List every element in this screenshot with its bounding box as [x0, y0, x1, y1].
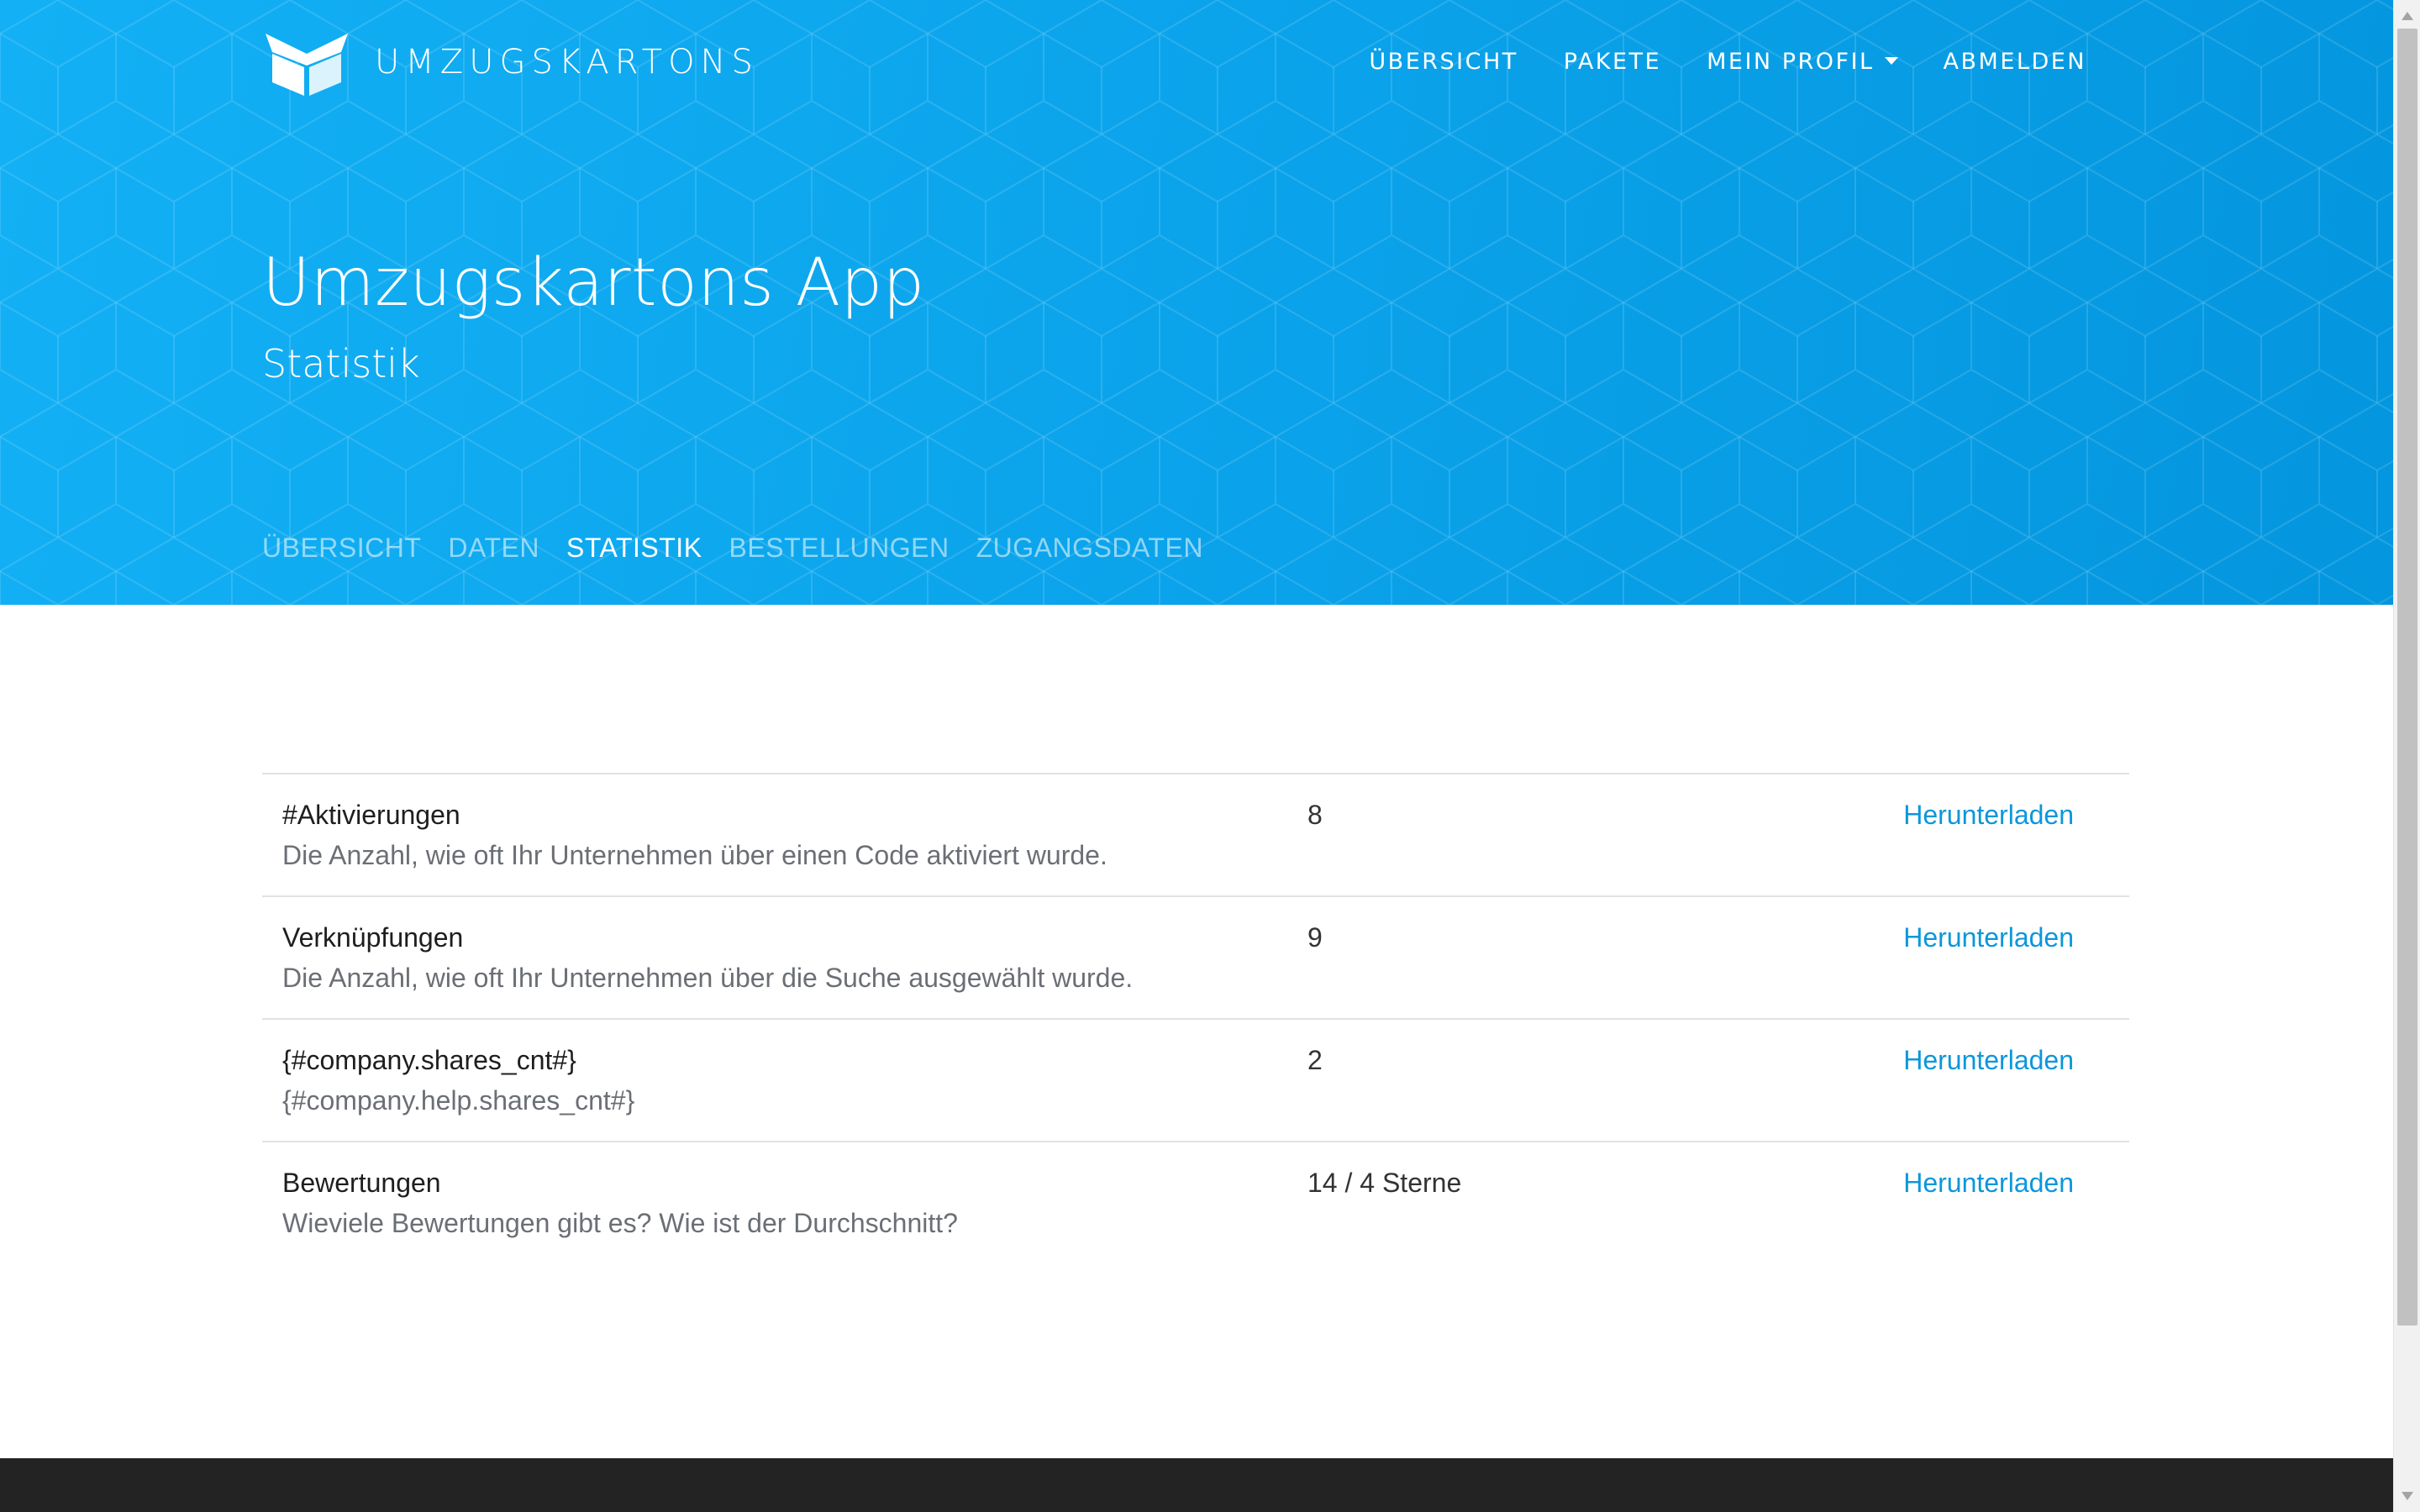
topnav-uebersicht[interactable]: ÜBERSICHT	[1369, 49, 1518, 75]
stat-label: #Aktivierungen	[282, 800, 460, 830]
stat-description: Die Anzahl, wie oft Ihr Unternehmen über…	[282, 963, 1134, 993]
tab-uebersicht[interactable]: ÜBERSICHT	[262, 533, 421, 564]
topnav-abmelden[interactable]: ABMELDEN	[1944, 49, 2086, 75]
stat-label: Verknüpfungen	[282, 922, 464, 953]
scrollbar-thumb[interactable]	[2397, 29, 2417, 1326]
stat-description: {#company.help.shares_cnt#}	[282, 1085, 635, 1116]
page: UMZUGSKARTONS ÜBERSICHT PAKETE MEIN PROF…	[0, 0, 2420, 1512]
table-row: Verknüpfungen Die Anzahl, wie oft Ihr Un…	[262, 897, 2129, 1020]
stat-value: 8	[1307, 800, 1323, 830]
page-footer	[0, 1458, 2393, 1512]
statistics-table: #Aktivierungen Die Anzahl, wie oft Ihr U…	[262, 773, 2129, 1265]
brand-name: UMZUGSKARTONS	[375, 43, 759, 81]
table-row: #Aktivierungen Die Anzahl, wie oft Ihr U…	[262, 774, 2129, 897]
scroll-up-arrow-icon[interactable]	[2402, 12, 2413, 20]
topnav-mein-profil[interactable]: MEIN PROFIL	[1707, 49, 1898, 75]
table-row: {#company.shares_cnt#} {#company.help.sh…	[262, 1020, 2129, 1142]
page-title: Umzugskartons App	[262, 245, 925, 321]
stat-value: 14 / 4 Sterne	[1307, 1168, 1462, 1198]
tab-bestellungen[interactable]: BESTELLUNGEN	[729, 533, 950, 564]
table-row: Bewertungen Wieviele Bewertungen gibt es…	[262, 1142, 2129, 1265]
stat-description: Wieviele Bewertungen gibt es? Wie ist de…	[282, 1208, 958, 1238]
stat-label: {#company.shares_cnt#}	[282, 1045, 576, 1075]
box-logo-icon	[266, 34, 348, 96]
brand-logo[interactable]: UMZUGSKARTONS	[262, 29, 759, 96]
stat-label: Bewertungen	[282, 1168, 441, 1198]
top-navigation: ÜBERSICHT PAKETE MEIN PROFIL ABMELDEN	[1369, 49, 2086, 75]
download-link[interactable]: Herunterladen	[1903, 922, 2074, 953]
download-link[interactable]: Herunterladen	[1903, 1045, 2074, 1076]
stat-value: 9	[1307, 922, 1323, 953]
chevron-down-icon	[1884, 57, 1898, 65]
topnav-pakete[interactable]: PAKETE	[1564, 49, 1661, 75]
tab-statistik[interactable]: STATISTIK	[566, 533, 702, 564]
download-link[interactable]: Herunterladen	[1903, 800, 2074, 831]
topnav-mein-profil-label: MEIN PROFIL	[1707, 49, 1875, 75]
scroll-down-arrow-icon[interactable]	[2402, 1492, 2413, 1500]
vertical-scrollbar[interactable]	[2393, 0, 2420, 1512]
hero-header: UMZUGSKARTONS ÜBERSICHT PAKETE MEIN PROF…	[0, 0, 2393, 605]
section-tabs: ÜBERSICHT DATEN STATISTIK BESTELLUNGEN Z…	[262, 533, 1203, 564]
stat-value: 2	[1307, 1045, 1323, 1075]
download-link[interactable]: Herunterladen	[1903, 1168, 2074, 1199]
page-subtitle: Statistik	[262, 341, 420, 386]
tab-zugangsdaten[interactable]: ZUGANGSDATEN	[976, 533, 1203, 564]
stat-description: Die Anzahl, wie oft Ihr Unternehmen über…	[282, 840, 1107, 870]
tab-daten[interactable]: DATEN	[448, 533, 539, 564]
